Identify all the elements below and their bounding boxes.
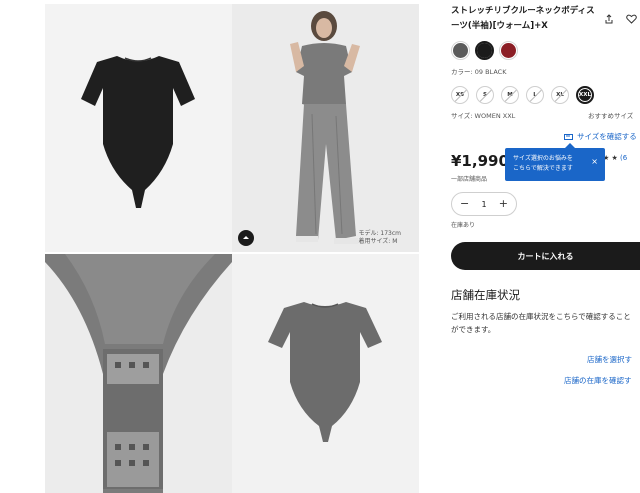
color-swatches bbox=[451, 41, 518, 60]
ruler-icon bbox=[564, 133, 573, 140]
model-height: モデル: 173cm bbox=[358, 230, 401, 237]
rating-stars: ★ ★ bbox=[603, 154, 618, 162]
add-to-cart-button[interactable]: カートに入れる bbox=[451, 242, 640, 270]
price: ¥1,990 bbox=[451, 152, 509, 170]
size-label: サイズ: WOMEN XXL bbox=[451, 112, 516, 120]
size-help-tooltip[interactable]: サイズ選択のお悩みを こちらで解決できます × bbox=[505, 143, 605, 181]
size-option-xxl[interactable]: XXL bbox=[576, 86, 594, 104]
product-title: ストレッチリブクルーネックボディスーツ(半袖)[ウォーム]+X bbox=[451, 6, 595, 31]
store-desc-line1: ご利用される店舗の在庫状況をこちらで確認すること bbox=[451, 312, 631, 321]
price-note: 一部店舗商品 bbox=[451, 176, 488, 183]
quantity-minus-button[interactable]: − bbox=[460, 198, 469, 209]
product-image-black-bodysuit[interactable] bbox=[45, 4, 232, 252]
size-option-m[interactable]: M bbox=[501, 86, 519, 104]
share-icon[interactable] bbox=[604, 9, 614, 28]
color-label: カラー: 09 BLACK bbox=[451, 68, 507, 76]
model-photo[interactable]: モデル: 173cm 着用サイズ: M bbox=[232, 4, 419, 252]
size-option-l[interactable]: L bbox=[526, 86, 544, 104]
review-count[interactable]: (6 bbox=[620, 154, 627, 162]
favorite-heart-icon[interactable] bbox=[626, 9, 637, 28]
close-icon[interactable]: × bbox=[591, 157, 598, 167]
size-options: XS S M L XL XXL bbox=[451, 86, 594, 104]
stock-status: 在庫あり bbox=[451, 222, 476, 229]
store-stock-description: ご利用される店舗の在庫状況をこちらで確認すること ができます。 bbox=[451, 310, 640, 336]
check-store-stock-link[interactable]: 店舗の在庫を確認す bbox=[564, 375, 632, 386]
product-detail-image[interactable] bbox=[45, 254, 232, 493]
product-info-panel: ストレッチリブクルーネックボディスーツ(半袖)[ウォーム]+X カラー: 09 … bbox=[451, 0, 640, 493]
size-option-s[interactable]: S bbox=[476, 86, 494, 104]
size-check-label: サイズを確認する bbox=[577, 132, 637, 141]
color-swatch-black[interactable] bbox=[475, 41, 494, 60]
store-desc-line2: ができます。 bbox=[451, 325, 496, 334]
quantity-plus-button[interactable]: + bbox=[499, 198, 508, 209]
select-store-link[interactable]: 店舗を選択す bbox=[587, 354, 632, 365]
model-info: モデル: 173cm 着用サイズ: M bbox=[358, 230, 401, 246]
color-swatch-gray[interactable] bbox=[451, 41, 470, 60]
color-swatch-red[interactable] bbox=[499, 41, 518, 60]
size-option-xl[interactable]: XL bbox=[551, 86, 569, 104]
rotate-icon bbox=[243, 236, 249, 239]
quantity-stepper: − 1 + bbox=[451, 192, 517, 216]
product-gallery: モデル: 173cm 着用サイズ: M bbox=[0, 0, 420, 493]
size-option-xs[interactable]: XS bbox=[451, 86, 469, 104]
size-check-link[interactable]: サイズを確認する bbox=[564, 131, 637, 142]
quantity-value: 1 bbox=[481, 199, 487, 209]
model-size: 着用サイズ: M bbox=[358, 238, 398, 245]
product-image-gray-bodysuit[interactable] bbox=[232, 254, 419, 493]
rating[interactable]: ★ ★ (6 bbox=[603, 154, 627, 162]
recommended-size: おすすめサイズ bbox=[588, 112, 634, 120]
360-view-button[interactable] bbox=[238, 230, 254, 246]
store-stock-heading: 店舗在庫状況 bbox=[451, 288, 520, 302]
